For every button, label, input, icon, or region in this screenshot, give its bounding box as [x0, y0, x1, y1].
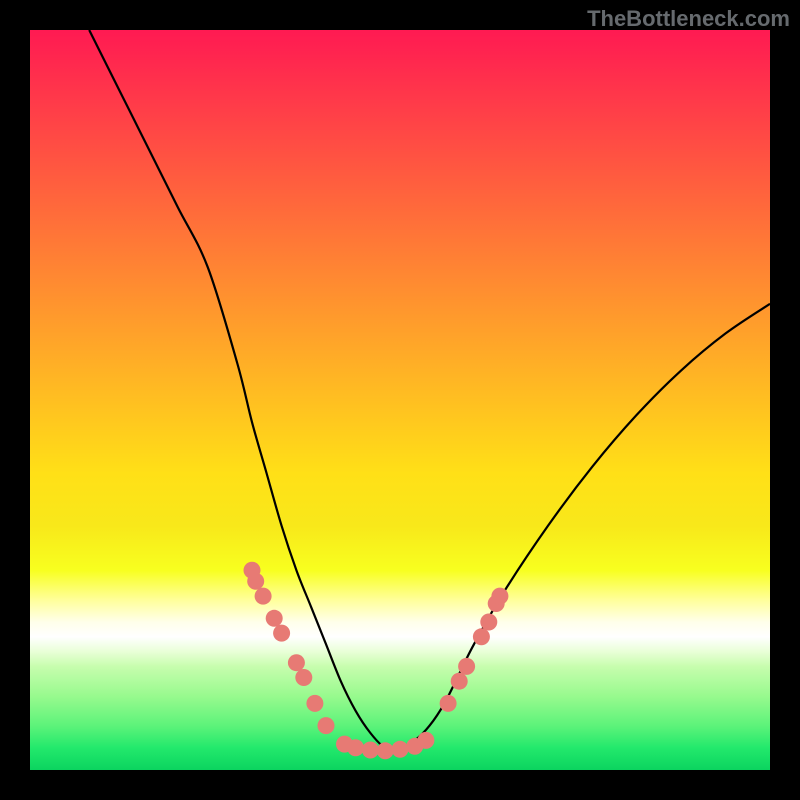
- right-cluster-point: [451, 673, 468, 690]
- chart-svg: [30, 30, 770, 770]
- bottom-cluster-point: [417, 732, 434, 749]
- right-cluster-point: [440, 695, 457, 712]
- watermark-text: TheBottleneck.com: [587, 6, 790, 32]
- right-cluster-point: [491, 588, 508, 605]
- bottom-cluster-point: [392, 741, 409, 758]
- chart-frame: TheBottleneck.com: [0, 0, 800, 800]
- left-cluster-point: [273, 625, 290, 642]
- left-cluster-point: [288, 654, 305, 671]
- left-cluster-point: [295, 669, 312, 686]
- left-cluster-point: [318, 717, 335, 734]
- right-cluster-point: [480, 614, 497, 631]
- bottom-cluster-point: [347, 739, 364, 756]
- left-cluster-point: [266, 610, 283, 627]
- bottom-cluster-point: [362, 742, 379, 759]
- bottom-cluster-point: [377, 742, 394, 759]
- right-cluster-point: [458, 658, 475, 675]
- right-cluster-point: [473, 628, 490, 645]
- left-cluster-point: [247, 573, 264, 590]
- left-cluster-point: [306, 695, 323, 712]
- bottleneck-curve: [89, 30, 770, 749]
- left-cluster-point: [255, 588, 272, 605]
